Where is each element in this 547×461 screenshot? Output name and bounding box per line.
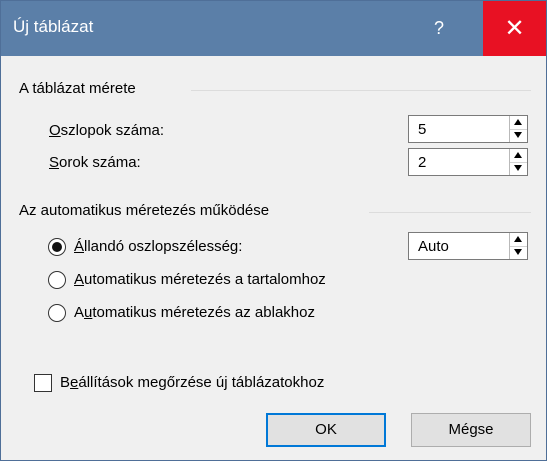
columns-spinner[interactable]: 5 bbox=[408, 115, 528, 143]
help-icon: ? bbox=[433, 18, 444, 38]
close-button[interactable]: ✕ bbox=[483, 1, 546, 56]
new-table-dialog: Új táblázat ? ✕ A táblázat mérete Oszlop… bbox=[0, 0, 547, 461]
arrow-down-icon bbox=[514, 165, 522, 171]
title-bar: Új táblázat ? ✕ bbox=[1, 1, 546, 56]
rows-label: Sorok száma: bbox=[49, 154, 141, 171]
help-button[interactable]: ? bbox=[409, 1, 469, 56]
columns-increment-button[interactable] bbox=[510, 116, 527, 130]
cancel-button[interactable]: Mégse bbox=[411, 413, 531, 447]
fixed-width-radio[interactable] bbox=[48, 238, 66, 256]
autofit-contents-radio[interactable] bbox=[48, 271, 66, 289]
remember-settings-checkbox[interactable] bbox=[34, 374, 52, 392]
remember-settings-label[interactable]: Beállítások megőrzése új táblázatokhoz bbox=[60, 374, 324, 391]
rows-spinner[interactable]: 2 bbox=[408, 148, 528, 176]
rows-increment-button[interactable] bbox=[510, 149, 527, 163]
columns-value: 5 bbox=[418, 121, 427, 138]
table-size-group-title: A táblázat mérete bbox=[19, 80, 136, 97]
group-divider bbox=[191, 90, 531, 91]
rows-value: 2 bbox=[418, 154, 427, 171]
arrow-down-icon bbox=[514, 249, 522, 255]
autofit-group-title: Az automatikus méretezés működése bbox=[19, 202, 270, 219]
fixed-width-decrement-button[interactable] bbox=[510, 246, 527, 259]
dialog-title: Új táblázat bbox=[13, 17, 94, 36]
arrow-up-icon bbox=[514, 152, 522, 158]
rows-decrement-button[interactable] bbox=[510, 162, 527, 175]
close-icon: ✕ bbox=[504, 15, 525, 42]
radio-selected-dot bbox=[52, 242, 62, 252]
group-divider bbox=[369, 212, 531, 213]
arrow-down-icon bbox=[514, 132, 522, 138]
fixed-width-increment-button[interactable] bbox=[510, 233, 527, 247]
ok-button[interactable]: OK bbox=[266, 413, 386, 447]
fixed-width-label[interactable]: Állandó oszlopszélesség: bbox=[74, 238, 242, 255]
autofit-window-label[interactable]: Automatikus méretezés az ablakhoz bbox=[74, 304, 315, 321]
fixed-width-value: Auto bbox=[418, 238, 449, 255]
autofit-contents-label[interactable]: Automatikus méretezés a tartalomhoz bbox=[74, 271, 326, 288]
arrow-up-icon bbox=[514, 236, 522, 242]
columns-label: Oszlopok száma: bbox=[49, 122, 165, 139]
fixed-width-spinner[interactable]: Auto bbox=[408, 232, 528, 260]
arrow-up-icon bbox=[514, 119, 522, 125]
columns-decrement-button[interactable] bbox=[510, 129, 527, 142]
autofit-window-radio[interactable] bbox=[48, 304, 66, 322]
